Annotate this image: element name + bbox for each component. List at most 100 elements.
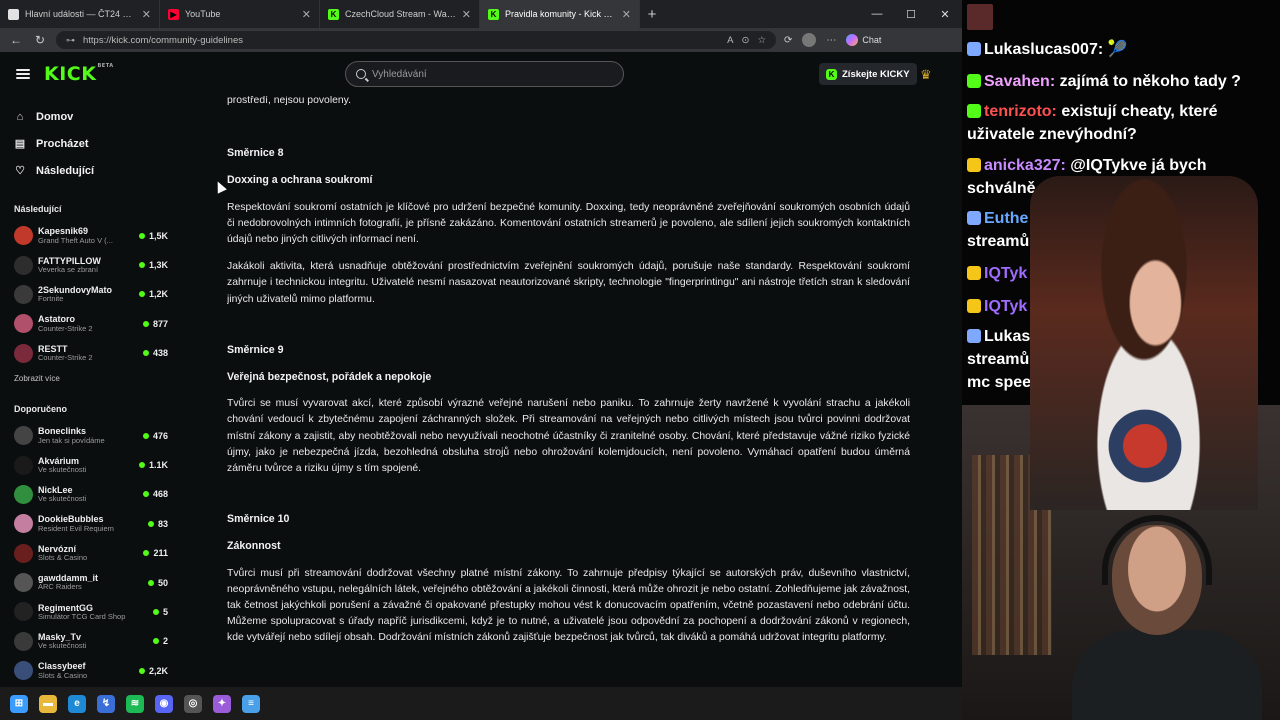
more-icon[interactable]: ⋯ bbox=[826, 35, 836, 46]
viewer-count: 1,5K bbox=[138, 231, 168, 241]
browser-tab[interactable]: Hlavní události — ČT24 — Česká t ✕ bbox=[0, 0, 160, 28]
home-icon: ⌂ bbox=[16, 110, 24, 123]
back-icon[interactable]: ← bbox=[8, 33, 24, 47]
live-dot-icon bbox=[147, 520, 154, 527]
live-dot-icon bbox=[138, 462, 145, 469]
edge-icon[interactable]: e bbox=[68, 694, 86, 713]
shirt-print bbox=[1085, 406, 1205, 486]
browser-tab[interactable]: K Pravidla komunity - Kick Streamin ✕ bbox=[480, 0, 640, 28]
channel-item[interactable]: Boneclinks Jen tak si povídáme 476 bbox=[14, 421, 168, 450]
channel-item[interactable]: 2SekundovyMato Fortnite 1,2K bbox=[14, 280, 168, 309]
favorite-star-icon[interactable]: ☆ bbox=[757, 35, 766, 46]
tab-title: CzechCloud Stream - Watch Live o bbox=[345, 9, 456, 19]
get-kicky-button[interactable]: K Získejte KICKY bbox=[819, 63, 917, 85]
channel-item[interactable]: RegimentGG Simulátor TCG Card Shop 5 bbox=[14, 597, 168, 626]
site-info-icon[interactable]: ⊶ bbox=[66, 35, 75, 46]
spotify-icon[interactable]: ≋ bbox=[126, 694, 144, 713]
kick-logo[interactable]: KICKBETA bbox=[44, 63, 114, 85]
channel-item[interactable]: Astatoro Counter-Strike 2 877 bbox=[14, 309, 168, 338]
minimize-icon[interactable]: — bbox=[860, 8, 894, 21]
channel-item[interactable]: NickLee Ve skutečnosti 468 bbox=[14, 480, 168, 509]
copilot-icon[interactable]: ✦ bbox=[213, 694, 231, 713]
channel-item[interactable]: Classybeef Slots & Casino 2,2K bbox=[14, 656, 168, 685]
copilot-chat-button[interactable]: Chat bbox=[846, 34, 881, 46]
viewer-count-value: 877 bbox=[152, 318, 168, 329]
channel-category: Counter-Strike 2 bbox=[38, 354, 93, 363]
viewer-count: 468 bbox=[142, 489, 168, 499]
maximize-icon[interactable]: ☐ bbox=[894, 8, 928, 21]
channel-meta: Astatoro Counter-Strike 2 bbox=[38, 314, 138, 333]
chat-username: tenrizoto: bbox=[984, 103, 1057, 120]
reader-icon[interactable]: ⊙ bbox=[742, 35, 750, 46]
channel-item[interactable]: FATTYPILLOW Veverka se zbraní 1,3K bbox=[14, 250, 168, 279]
chat-text: streamů bbox=[967, 351, 1030, 368]
channel-meta: RESTT Counter-Strike 2 bbox=[38, 344, 138, 363]
live-dot-icon bbox=[147, 579, 154, 586]
avatar bbox=[14, 426, 33, 446]
viewer-count: 476 bbox=[142, 431, 168, 441]
new-tab-button[interactable]: + bbox=[640, 6, 664, 23]
channel-category: ARC Raiders bbox=[38, 583, 82, 592]
channel-item[interactable]: RESTT Counter-Strike 2 438 bbox=[14, 339, 168, 368]
sidebar-nav-item[interactable]: ♡ Následující bbox=[14, 157, 168, 184]
sidebar-nav-item[interactable]: ▤ Procházet bbox=[14, 130, 168, 157]
section-paragraph: Jakákoli aktivita, která usnadňuje obtěž… bbox=[227, 261, 910, 305]
reload-icon[interactable]: ↻ bbox=[32, 33, 48, 47]
channel-item[interactable]: Akvárium Ve skutečnosti 1.1K bbox=[14, 450, 168, 479]
url-field[interactable]: ⊶ https://kick.com/community-guidelines … bbox=[56, 31, 776, 49]
chat-badge-icon bbox=[967, 74, 981, 88]
discord-icon[interactable]: ◉ bbox=[155, 694, 173, 713]
tab-close-icon[interactable]: ✕ bbox=[462, 8, 471, 21]
channel-item[interactable]: Nervózní Slots & Casino 211 bbox=[14, 539, 168, 568]
tab-close-icon[interactable]: ✕ bbox=[622, 8, 631, 21]
close-window-icon[interactable]: ✕ bbox=[928, 8, 962, 21]
channel-meta: Masky_Tv Ve skutečnosti bbox=[38, 632, 148, 651]
channel-name: Boneclinks bbox=[38, 426, 87, 437]
channel-category: Fortnite bbox=[38, 295, 64, 304]
channel-category: Resident Evil Requiem bbox=[38, 524, 114, 533]
chrome-icon[interactable]: ◎ bbox=[184, 694, 202, 713]
browser-tab[interactable]: K CzechCloud Stream - Watch Live o ✕ bbox=[320, 0, 480, 28]
trophy-icon[interactable]: ♛ bbox=[920, 67, 932, 83]
channel-name: Classybeef bbox=[38, 661, 86, 672]
tab-close-icon[interactable]: ✕ bbox=[302, 8, 311, 21]
section-paragraph: Tvůrci musí při streamování dodržovat vš… bbox=[227, 567, 910, 644]
search-input[interactable] bbox=[372, 68, 613, 80]
channel-name: DookieBubbles bbox=[38, 514, 104, 525]
tab-favicon-icon: K bbox=[328, 8, 339, 20]
viewer-count: 1,3K bbox=[138, 260, 168, 271]
channel-item[interactable]: Masky_Tv Ve skutečnosti 2 bbox=[14, 627, 168, 656]
viewer-count: 1,2K bbox=[138, 289, 168, 299]
chat-text: 🎾 bbox=[1107, 41, 1128, 58]
sidebar-nav-item[interactable]: ⌂ Domov bbox=[14, 103, 168, 130]
browser-tab[interactable]: ▶ YouTube ✕ bbox=[160, 0, 320, 28]
avatar bbox=[14, 631, 33, 651]
file-explorer-icon[interactable]: ▬ bbox=[39, 694, 57, 713]
channel-item[interactable]: gawddamm_it ARC Raiders 50 bbox=[14, 568, 168, 597]
translate-icon[interactable]: A bbox=[727, 35, 733, 46]
section-title: Veřejná bezpečnost, pořádek a nepokoje bbox=[227, 371, 432, 384]
viewer-count-value: 1,3K bbox=[148, 260, 168, 271]
chat-message: streamů bbox=[967, 348, 1029, 371]
search-box[interactable] bbox=[345, 61, 624, 87]
avatar bbox=[14, 314, 33, 334]
show-more-link[interactable]: Zobrazit více bbox=[14, 374, 168, 388]
chat-text: @IQTykve já bych bbox=[1070, 157, 1207, 174]
section-number: Směrnice 9 bbox=[227, 343, 284, 356]
app-icon[interactable]: ↯ bbox=[97, 694, 115, 713]
chat-text: zajímá to někoho tady ? bbox=[1059, 73, 1241, 90]
mouse-cursor bbox=[213, 179, 227, 194]
channel-item[interactable]: DookieBubbles Resident Evil Requiem 83 bbox=[14, 509, 168, 538]
profile-icon[interactable] bbox=[802, 33, 817, 47]
viewer-count: 877 bbox=[142, 318, 168, 329]
notepad-icon[interactable]: ≡ bbox=[242, 694, 260, 713]
menu-icon[interactable] bbox=[16, 69, 30, 79]
tab-close-icon[interactable]: ✕ bbox=[142, 8, 151, 21]
guidelines-content: prostředí, nejsou povoleny. Směrnice 8 D… bbox=[227, 96, 910, 687]
extensions-icon[interactable]: ⟳ bbox=[784, 35, 792, 46]
windows-icon[interactable]: ⊞ bbox=[10, 694, 28, 713]
viewer-count-value: 2 bbox=[162, 636, 168, 647]
channel-item[interactable]: Kapesnik69 Grand Theft Auto V (... 1,5K bbox=[14, 221, 168, 250]
channel-meta: FATTYPILLOW Veverka se zbraní bbox=[38, 256, 134, 275]
browse-icon: ▤ bbox=[14, 138, 26, 150]
